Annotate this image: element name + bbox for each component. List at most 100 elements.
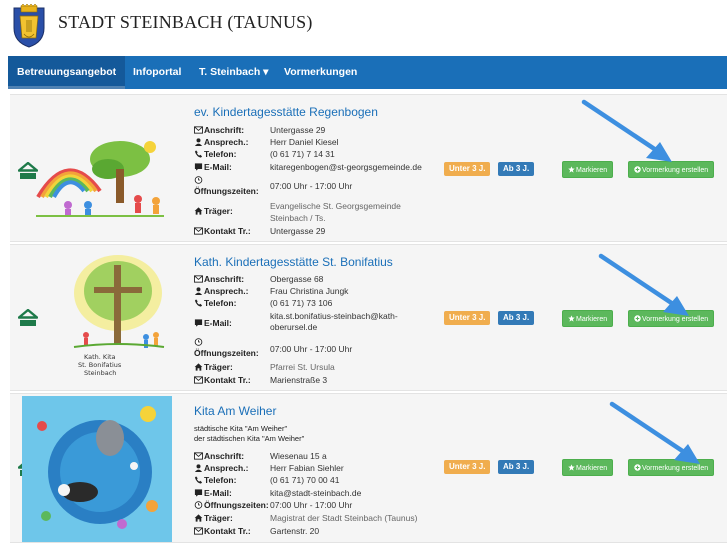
nav-vormerkungen[interactable]: Vormerkungen <box>275 56 366 89</box>
coat-of-arms-logo[interactable] <box>12 4 46 48</box>
house-icon <box>18 309 38 327</box>
value[interactable]: kita@stadt-steinbach.de <box>270 488 361 498</box>
badge-ab-3: Ab 3 J. <box>498 311 535 325</box>
message-icon <box>194 319 203 327</box>
label: Ansprech.: <box>204 463 249 473</box>
badge-unter-3: Unter 3 J. <box>444 162 491 176</box>
value: 07:00 Uhr - 17:00 Uhr <box>270 344 353 354</box>
value: Gartenstr. 20 <box>270 526 320 536</box>
kita-regenbogen-image <box>36 141 164 217</box>
label: Telefon: <box>204 149 237 159</box>
label: Ansprech.: <box>204 137 249 147</box>
value: Wiesenau 15 a <box>270 451 327 461</box>
site-header: STADT STEINBACH (TAUNUS) <box>0 0 727 56</box>
svg-text:Steinbach: Steinbach <box>84 369 116 377</box>
value: Pfarrei St. Ursula <box>270 362 335 372</box>
home-icon <box>194 514 203 522</box>
value: (0 61 71) 73 106 <box>270 298 333 308</box>
button-label: Markieren <box>576 167 608 174</box>
annotation-arrow-icon <box>597 252 697 322</box>
label: Ansprech.: <box>204 286 249 296</box>
user-icon <box>194 138 203 146</box>
value: Marienstraße 3 <box>270 375 328 385</box>
nav-t-steinbach-dropdown[interactable]: T. Steinbach ▾ <box>190 56 277 89</box>
clock-icon <box>194 501 203 509</box>
envelope-icon <box>194 376 203 384</box>
label: E-Mail: <box>204 488 232 498</box>
clock-icon <box>194 176 203 184</box>
user-icon <box>194 287 203 295</box>
envelope-icon <box>194 452 203 460</box>
value[interactable]: oberursel.de <box>270 322 317 332</box>
value: Obergasse 68 <box>270 274 324 284</box>
label: Träger: <box>204 206 233 216</box>
badge-ab-3: Ab 3 J. <box>498 162 535 176</box>
phone-icon <box>194 150 203 158</box>
label: Anschrift: <box>204 274 245 284</box>
label: Öffnungszeiten: <box>194 348 259 358</box>
nav-betreuungsangebot[interactable]: Betreuungsangebot <box>8 56 126 89</box>
kita-title-link[interactable]: Kita Am Weiher <box>194 404 276 418</box>
envelope-icon <box>194 126 203 134</box>
label: Telefon: <box>204 298 237 308</box>
envelope-icon <box>194 227 203 235</box>
label: Öffnungszeiten: <box>194 186 259 196</box>
kita-description: der städtischen Kita "Am Weiher" <box>194 434 305 443</box>
value: Frau Christina Jungk <box>270 286 349 296</box>
site-title: STADT STEINBACH (TAUNUS) <box>58 12 313 32</box>
home-icon <box>194 207 203 215</box>
label: Kontakt Tr.: <box>204 526 251 536</box>
value: 07:00 Uhr - 17:00 Uhr <box>270 181 353 191</box>
label: Kontakt Tr.: <box>204 226 251 236</box>
button-label: Vormerkung erstellen <box>642 167 709 174</box>
svg-text:St. Bonifatius: St. Bonifatius <box>78 361 122 369</box>
label: Anschrift: <box>204 451 245 461</box>
badge-unter-3: Unter 3 J. <box>444 311 491 325</box>
value: Herr Fabian Siehler <box>270 463 344 473</box>
user-icon <box>194 464 203 472</box>
markieren-button[interactable]: Markieren <box>562 459 614 476</box>
value[interactable]: kita.st.bonifatius-steinbach@kath- <box>270 311 398 321</box>
kita-am-weiher-image <box>22 396 172 542</box>
main-navbar: Betreuungsangebot Infoportal T. Steinbac… <box>8 56 727 89</box>
value: 07:00 Uhr - 17:00 Uhr <box>270 500 353 510</box>
value: Untergasse 29 <box>270 226 326 236</box>
label: E-Mail: <box>204 162 232 172</box>
value: Steinbach / Ts. <box>270 213 326 223</box>
label: Träger: <box>204 513 233 523</box>
phone-icon <box>194 476 203 484</box>
label: Anschrift: <box>204 125 245 135</box>
clock-icon <box>194 338 203 346</box>
star-icon <box>568 166 575 173</box>
badge-unter-3: Unter 3 J. <box>444 460 491 474</box>
label: E-Mail: <box>204 318 232 328</box>
value: Magistrat der Stadt Steinbach (Taunus) <box>270 513 418 523</box>
kita-st-bonifatius-logo: Kath. Kita St. Bonifatius Steinbach <box>73 255 165 377</box>
star-icon <box>568 315 575 322</box>
value: (0 61 71) 7 14 31 <box>270 149 335 159</box>
badge-ab-3: Ab 3 J. <box>498 460 535 474</box>
message-icon <box>194 163 203 171</box>
annotation-arrow-icon <box>580 98 680 168</box>
phone-icon <box>194 299 203 307</box>
nav-infoportal[interactable]: Infoportal <box>124 56 190 89</box>
value: Herr Daniel Kiesel <box>270 137 339 147</box>
home-icon <box>194 363 203 371</box>
kita-title-link[interactable]: Kath. Kindertagesstätte St. Bonifatius <box>194 255 393 269</box>
kita-description: städtische Kita "Am Weiher" <box>194 424 288 433</box>
annotation-arrow-icon <box>608 400 708 470</box>
label: Kontakt Tr.: <box>204 375 251 385</box>
kita-title-link[interactable]: ev. Kindertagesstätte Regenbogen <box>194 105 378 119</box>
label: Öffnungszeiten: <box>204 500 269 510</box>
envelope-icon <box>194 527 203 535</box>
envelope-icon <box>194 275 203 283</box>
message-icon <box>194 489 203 497</box>
label: Träger: <box>204 362 233 372</box>
value: Evangelische St. Georgsgemeinde <box>270 201 401 211</box>
value: (0 61 71) 70 00 41 <box>270 475 340 485</box>
value[interactable]: kitaregenbogen@st-georgsgemeinde.de <box>270 162 422 172</box>
label: Telefon: <box>204 475 237 485</box>
star-icon <box>568 464 575 471</box>
button-label: Markieren <box>576 465 608 472</box>
value: Untergasse 29 <box>270 125 326 135</box>
